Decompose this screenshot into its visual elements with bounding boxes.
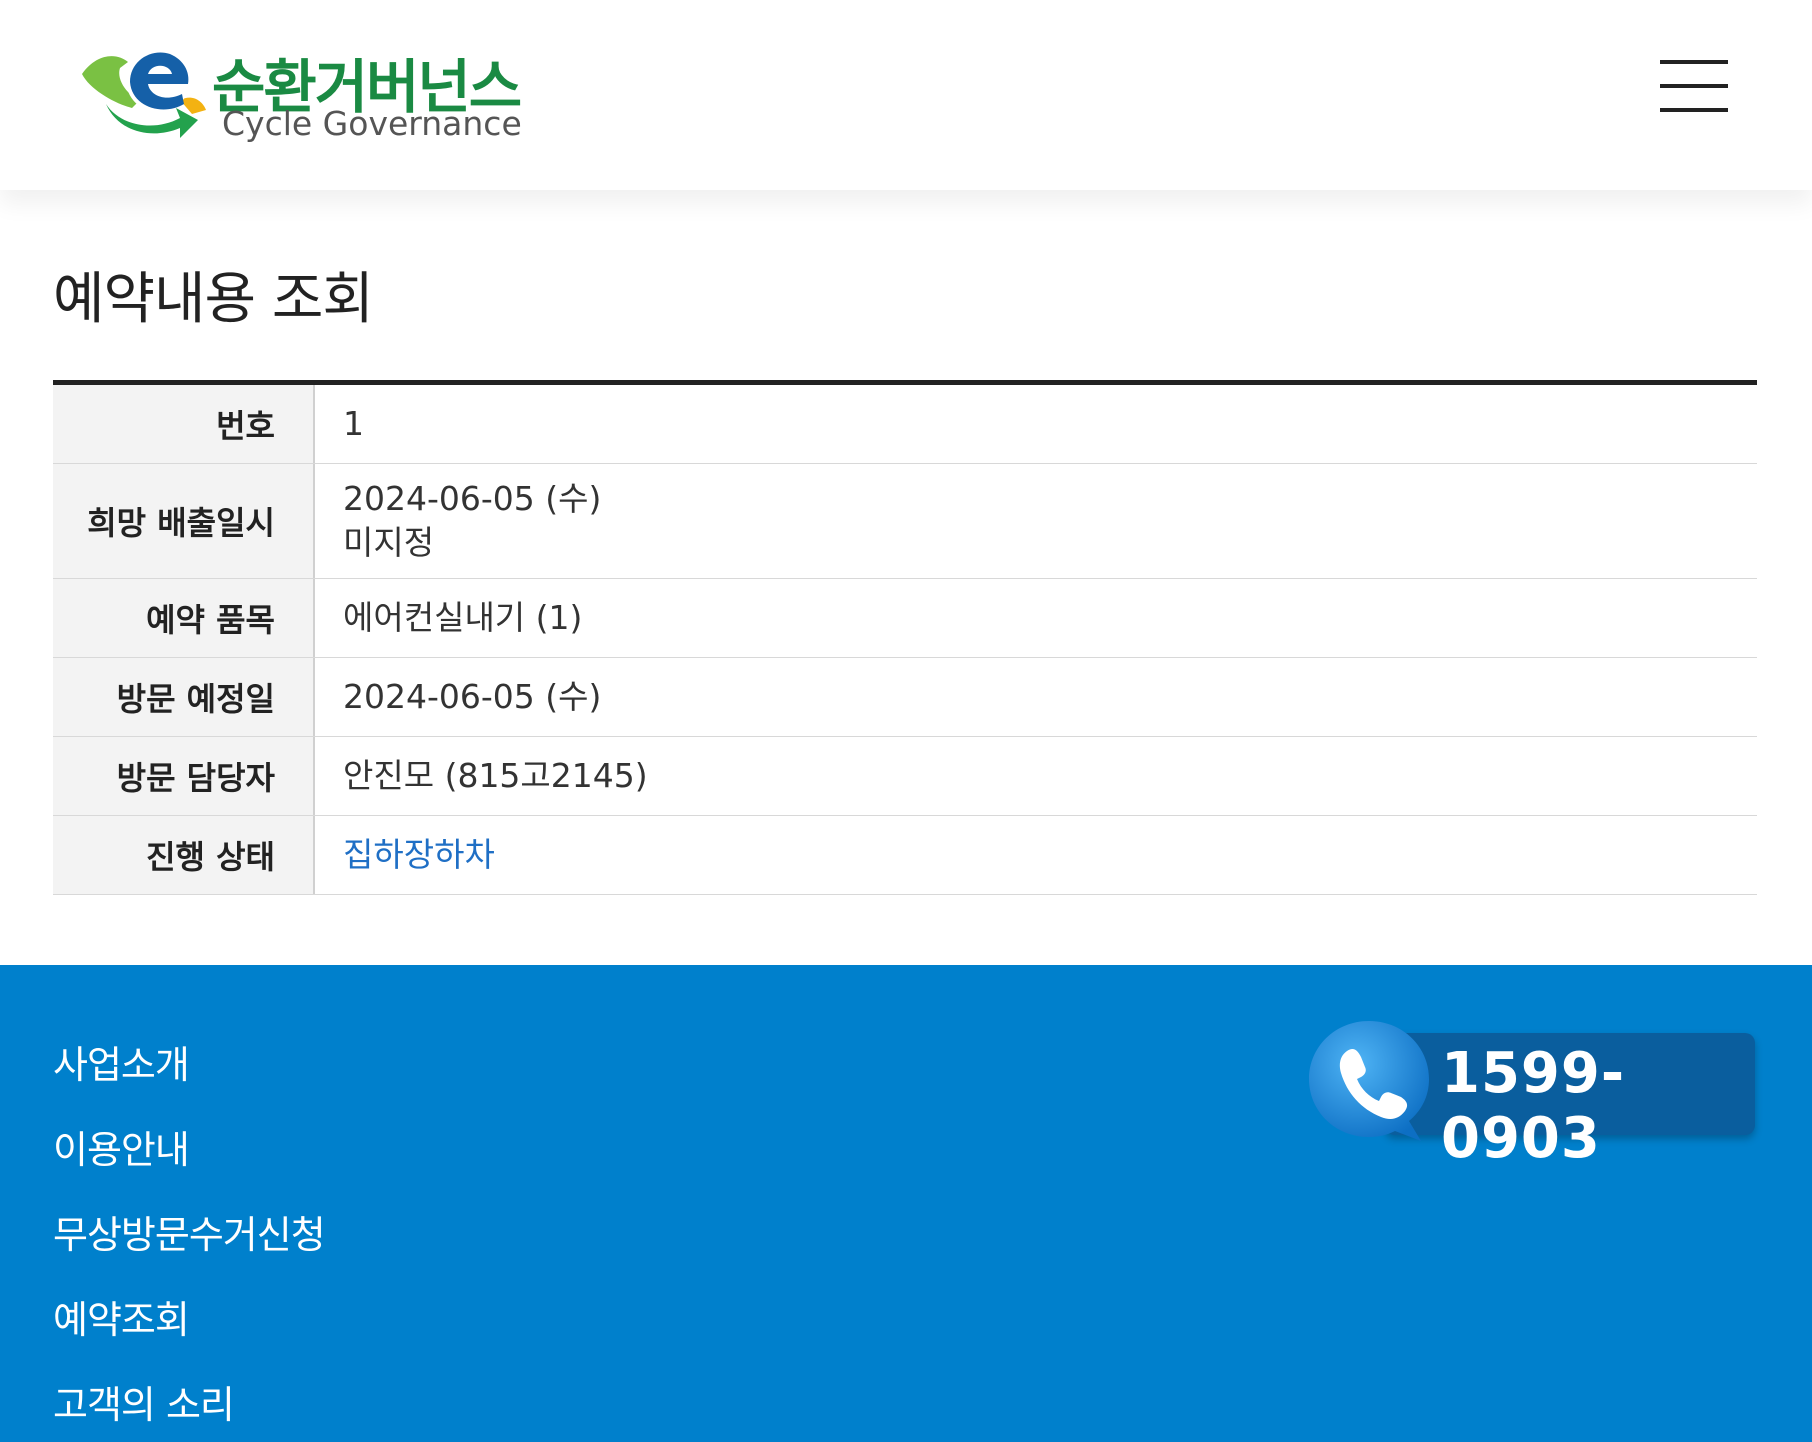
table-row: 방문 담당자 안진모 (815고2145) [53, 737, 1757, 816]
footer-link-voice[interactable]: 고객의 소리 [53, 1375, 325, 1442]
row-label: 예약 품목 [53, 579, 315, 657]
row-value: 2024-06-05 (수) 미지정 [315, 464, 1757, 578]
reservation-table: 번호 1 희망 배출일시 2024-06-05 (수) 미지정 예약 품목 에어… [53, 380, 1757, 895]
row-value: 집하장하차 [315, 816, 1757, 894]
page-title: 예약내용 조회 [53, 267, 374, 332]
hamburger-menu-icon[interactable] [1656, 56, 1730, 116]
desired-time: 미지정 [343, 523, 435, 562]
visit-staff: 안진모 (815고2145) [343, 756, 648, 795]
row-label: 번호 [53, 385, 315, 463]
phone-icon [1309, 1021, 1429, 1141]
visit-date: 2024-06-05 (수) [343, 677, 602, 716]
site-footer: 사업소개 이용안내 무상방문수거신청 예약조회 고객의 소리 1599-0903 [0, 965, 1812, 1442]
footer-link-guide[interactable]: 이용안내 [53, 1120, 325, 1205]
phone-number: 1599-0903 [1441, 1041, 1626, 1171]
reservation-number: 1 [343, 404, 364, 443]
row-value: 1 [315, 385, 1757, 463]
menu-line [1660, 108, 1728, 112]
table-row: 희망 배출일시 2024-06-05 (수) 미지정 [53, 464, 1757, 579]
row-value: 에어컨실내기 (1) [315, 579, 1757, 657]
progress-status-link[interactable]: 집하장하차 [343, 833, 1757, 877]
row-label: 희망 배출일시 [53, 464, 315, 578]
footer-link-apply[interactable]: 무상방문수거신청 [53, 1205, 326, 1290]
table-row: 진행 상태 집하장하차 [53, 816, 1757, 895]
main-content: 예약내용 조회 번호 1 희망 배출일시 2024-06-05 (수) 미지정 … [53, 230, 1757, 895]
row-label: 방문 예정일 [53, 658, 315, 736]
reserved-item: 에어컨실내기 (1) [343, 598, 583, 637]
table-row: 방문 예정일 2024-06-05 (수) [53, 658, 1757, 737]
logo-subtitle: Cycle Governance [222, 104, 522, 143]
page: 순환거버넌스 Cycle Governance 예약내용 조회 번호 1 희망 … [0, 0, 1812, 1442]
desired-date: 2024-06-05 (수) [343, 479, 602, 518]
menu-line [1660, 60, 1728, 64]
row-label: 방문 담당자 [53, 737, 315, 815]
footer-nav: 사업소개 이용안내 무상방문수거신청 예약조회 고객의 소리 [53, 1035, 326, 1442]
site-header: 순환거버넌스 Cycle Governance [0, 0, 1812, 190]
table-row: 번호 1 [53, 385, 1757, 464]
phone-call-button[interactable]: 1599-0903 [1305, 1015, 1755, 1171]
menu-line [1660, 84, 1728, 88]
row-label: 진행 상태 [53, 816, 315, 894]
row-value: 2024-06-05 (수) [315, 658, 1757, 736]
site-logo[interactable]: 순환거버넌스 Cycle Governance [76, 34, 536, 144]
row-value: 안진모 (815고2145) [315, 737, 1757, 815]
e-recycle-logo-icon [82, 48, 206, 138]
footer-link-reservation[interactable]: 예약조회 [53, 1290, 325, 1375]
footer-link-about[interactable]: 사업소개 [53, 1035, 325, 1120]
table-row: 예약 품목 에어컨실내기 (1) [53, 579, 1757, 658]
